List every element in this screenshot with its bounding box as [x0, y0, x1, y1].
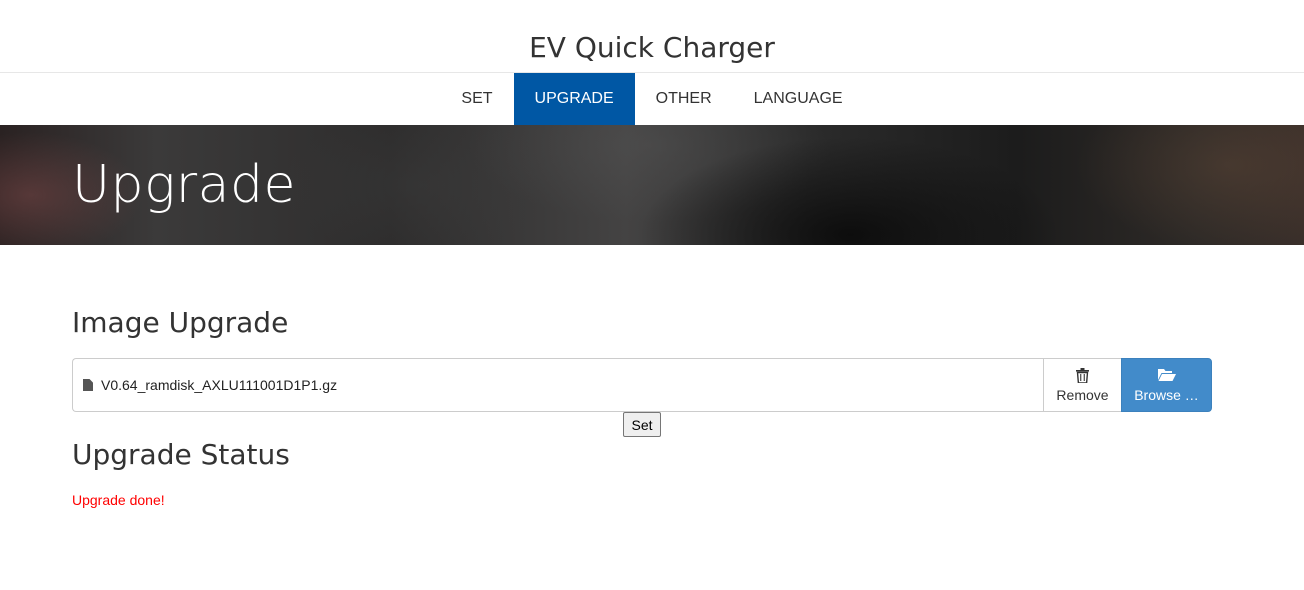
- nav-item-language[interactable]: LANGUAGE: [733, 73, 864, 125]
- file-icon: [83, 379, 93, 391]
- remove-label: Remove: [1056, 387, 1109, 403]
- browse-label: Browse …: [1134, 387, 1199, 403]
- nav-item-other[interactable]: OTHER: [635, 73, 733, 125]
- file-name-field[interactable]: V0.64_ramdisk_AXLU111001D1P1.gz: [72, 358, 1043, 412]
- folder-open-icon: [1157, 367, 1176, 383]
- image-upgrade-heading: Image Upgrade: [72, 306, 289, 339]
- upgrade-status-heading: Upgrade Status: [72, 438, 290, 471]
- main-nav: SET UPGRADE OTHER LANGUAGE: [0, 72, 1304, 125]
- file-name-text: V0.64_ramdisk_AXLU111001D1P1.gz: [101, 377, 338, 393]
- file-upload-group: V0.64_ramdisk_AXLU111001D1P1.gz Remove B…: [72, 358, 1212, 412]
- set-button[interactable]: Set: [623, 412, 661, 437]
- browse-button[interactable]: Browse …: [1121, 358, 1212, 412]
- nav-item-set[interactable]: SET: [440, 73, 513, 125]
- trash-icon: [1076, 367, 1089, 383]
- remove-button[interactable]: Remove: [1043, 358, 1121, 412]
- upgrade-status-message: Upgrade done!: [72, 492, 165, 508]
- page-title: Upgrade: [72, 155, 297, 215]
- nav-item-upgrade[interactable]: UPGRADE: [513, 73, 635, 125]
- site-title: EV Quick Charger: [529, 31, 775, 64]
- page-banner: Upgrade: [0, 125, 1304, 245]
